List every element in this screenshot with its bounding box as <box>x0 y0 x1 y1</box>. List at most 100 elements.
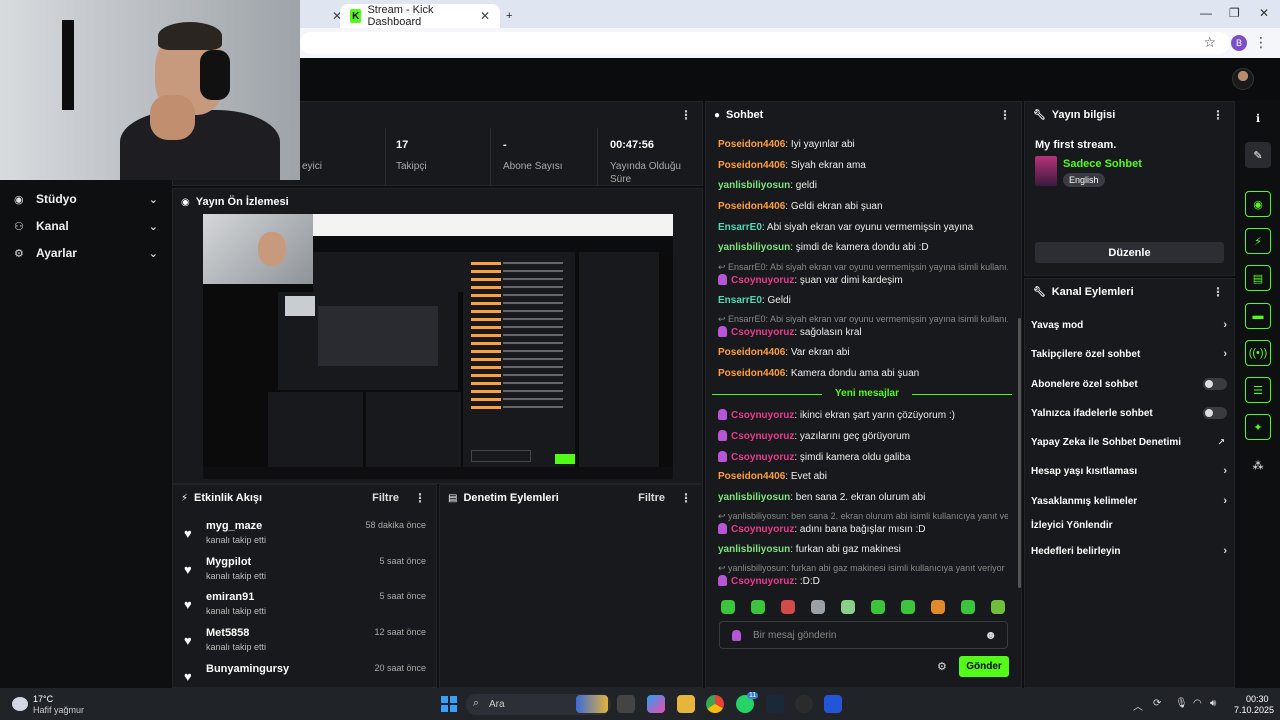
follower-name[interactable]: myg_maze <box>206 520 262 532</box>
chat-message[interactable]: Csoynuyoruz: sağolasın kral <box>718 326 1013 338</box>
sidebar-item-studio[interactable]: ◉ Stüdyo ⌄ <box>0 186 172 212</box>
new-tab-button[interactable]: + <box>506 4 512 28</box>
emoji-icon[interactable]: ☻ <box>984 628 997 642</box>
chat-message[interactable]: Poseidon4406: Var ekran abi <box>718 347 1013 358</box>
chat-username[interactable]: Poseidon4406 <box>718 471 785 482</box>
browser-menu-icon[interactable]: ⋮ <box>1254 34 1268 51</box>
clock-time[interactable]: 00:30 <box>1246 694 1269 704</box>
category-name[interactable]: Sadece Sohbet <box>1063 158 1142 170</box>
follower-name[interactable]: Bunyamingursy <box>206 663 289 675</box>
search-highlight-icon[interactable] <box>576 695 608 713</box>
chat-message[interactable]: Csoynuyoruz: adını bana bağışlar mısın :… <box>718 523 1013 535</box>
chat-username[interactable]: EnsarrE0 <box>718 295 762 306</box>
emote-icon[interactable] <box>841 600 855 614</box>
chat-message[interactable]: Csoynuyoruz: şuan var dimi kardeşim <box>718 274 1013 286</box>
inactive-tab[interactable]: ✕ <box>320 4 342 28</box>
chat-message[interactable]: Poseidon4406: İyi yayınlar abi <box>718 139 1013 150</box>
goals-row[interactable]: Hedefleri belirleyin › <box>1031 541 1227 561</box>
chat-username[interactable]: Csoynuyoruz <box>731 275 794 286</box>
chat-scrollbar[interactable] <box>1018 318 1021 588</box>
copilot-icon[interactable] <box>647 695 665 713</box>
add-widget-icon[interactable]: ⁂ <box>1245 452 1271 478</box>
weather-temp[interactable]: 17°C <box>33 694 53 704</box>
chat-username[interactable]: Poseidon4406 <box>718 347 785 358</box>
chat-message[interactable]: yanlisbiliyosun: şimdi de kamera dondu a… <box>718 242 1013 253</box>
more-options-icon[interactable]: ⋮ <box>1212 285 1224 299</box>
raid-row[interactable]: İzleyici Yönlendir <box>1031 515 1227 535</box>
chat-message[interactable]: Poseidon4406: Geldi ekran abi şuan <box>718 201 1013 212</box>
ai-moderation-row[interactable]: Yapay Zeka ile Sohbet Denetimi ↗ <box>1031 432 1227 452</box>
chat-username[interactable]: Poseidon4406 <box>718 160 785 171</box>
chat-message[interactable]: Csoynuyoruz: ikinci ekran şart yarın çöz… <box>718 409 1013 421</box>
microphone-icon[interactable]: 🎙︎ <box>1175 698 1188 709</box>
followers-only-row[interactable]: Takipçilere özel sohbet › <box>1031 344 1227 364</box>
chat-username[interactable]: Csoynuyoruz <box>731 452 794 463</box>
emote-icon[interactable] <box>781 600 795 614</box>
pencil-icon[interactable]: ✎ <box>1245 142 1271 168</box>
sidebar-item-channel[interactable]: ⚇ Kanal ⌄ <box>0 213 172 239</box>
emote-only-row[interactable]: Yalnızca ifadelerle sohbet <box>1031 403 1227 423</box>
chat-username[interactable]: Poseidon4406 <box>718 201 785 212</box>
user-avatar[interactable] <box>1232 68 1254 90</box>
close-icon[interactable]: ✕ <box>480 9 490 23</box>
more-options-icon[interactable]: ⋮ <box>680 491 692 505</box>
chrome-icon[interactable] <box>706 695 724 713</box>
task-view-icon[interactable] <box>617 695 635 713</box>
chat-username[interactable]: Csoynuyoruz <box>731 576 794 587</box>
emote-icon[interactable] <box>811 600 825 614</box>
emote-icon[interactable] <box>751 600 765 614</box>
chat-message[interactable]: Poseidon4406: Kamera dondu ama abi şuan <box>718 368 1013 379</box>
chat-message[interactable]: yanlisbiliyosun: furkan abi gaz makinesi <box>718 544 1013 555</box>
slow-mode-row[interactable]: Yavaş mod › <box>1031 315 1227 335</box>
account-age-row[interactable]: Hesap yaşı kısıtlaması › <box>1031 461 1227 481</box>
app-icon[interactable] <box>824 695 842 713</box>
follower-name[interactable]: emiran91 <box>206 591 254 603</box>
chat-username[interactable]: yanlisbiliyosun <box>718 180 790 191</box>
chat-username[interactable]: yanlisbiliyosun <box>718 544 790 555</box>
obs-icon[interactable] <box>795 695 813 713</box>
chat-message[interactable]: EnsarrE0: Geldi <box>718 295 1013 306</box>
file-explorer-icon[interactable] <box>677 695 695 713</box>
chat-input[interactable]: Bir mesaj gönderin ☻ <box>719 621 1008 649</box>
emote-icon[interactable] <box>901 600 915 614</box>
chevron-up-icon[interactable]: ︿ <box>1133 698 1143 713</box>
filter-button[interactable]: Filtre <box>372 492 399 504</box>
emote-icon[interactable] <box>961 600 975 614</box>
emote-icon[interactable] <box>931 600 945 614</box>
chat-username[interactable]: yanlisbiliyosun <box>718 492 790 503</box>
chat-message[interactable]: Csoynuyoruz: yazılarını geç görüyorum <box>718 430 1013 442</box>
windows-start-icon[interactable] <box>441 696 457 712</box>
weather-description[interactable]: Hafif yağmur <box>33 705 84 715</box>
broadcast-icon[interactable]: ((•)) <box>1245 340 1271 366</box>
chat-username[interactable]: EnsarrE0 <box>718 222 762 233</box>
studio-rail-icon[interactable]: ◉ <box>1245 191 1271 217</box>
lightning-icon[interactable]: ⚡ <box>1245 228 1271 254</box>
subscribers-only-row[interactable]: Abonelere özel sohbet <box>1031 374 1227 394</box>
layout-icon[interactable]: ☰ <box>1245 377 1271 403</box>
minimize-icon[interactable]: — <box>1200 6 1212 20</box>
filter-button[interactable]: Filtre <box>638 492 665 504</box>
profile-avatar[interactable]: B <box>1231 35 1247 51</box>
chat-bubble-icon[interactable]: ▬ <box>1245 303 1271 329</box>
chat-message[interactable]: EnsarrE0: Abi siyah ekran var oyunu verm… <box>718 222 1013 233</box>
emote-icon[interactable] <box>721 600 735 614</box>
wrench-icon[interactable]: ✦ <box>1245 414 1271 440</box>
chat-message[interactable]: yanlisbiliyosun: ben sana 2. ekran oluru… <box>718 492 1013 503</box>
chat-username[interactable]: yanlisbiliyosun <box>718 242 790 253</box>
more-options-icon[interactable]: ⋮ <box>414 491 426 505</box>
banned-words-row[interactable]: Yasaklanmış kelimeler › <box>1031 491 1227 511</box>
bookmark-star-icon[interactable]: ☆ <box>1203 34 1216 51</box>
follower-name[interactable]: Mygpilot <box>206 556 251 568</box>
url-input[interactable] <box>300 32 1230 54</box>
chat-message[interactable]: yanlisbiliyosun: geldi <box>718 180 1013 191</box>
clock-date[interactable]: 7.10.2025 <box>1234 705 1274 715</box>
document-icon[interactable]: ▤ <box>1245 265 1271 291</box>
chat-message[interactable]: Poseidon4406: Siyah ekran ama <box>718 160 1013 171</box>
stream-preview-video[interactable] <box>203 214 673 479</box>
chat-username[interactable]: Csoynuyoruz <box>731 410 794 421</box>
send-button[interactable]: Gönder <box>959 656 1009 677</box>
subscribers-only-toggle[interactable] <box>1203 378 1227 390</box>
sidebar-item-settings[interactable]: ⚙ Ayarlar ⌄ <box>0 240 172 266</box>
edit-button[interactable]: Düzenle <box>1035 242 1224 263</box>
chat-username[interactable]: Csoynuyoruz <box>731 327 794 338</box>
